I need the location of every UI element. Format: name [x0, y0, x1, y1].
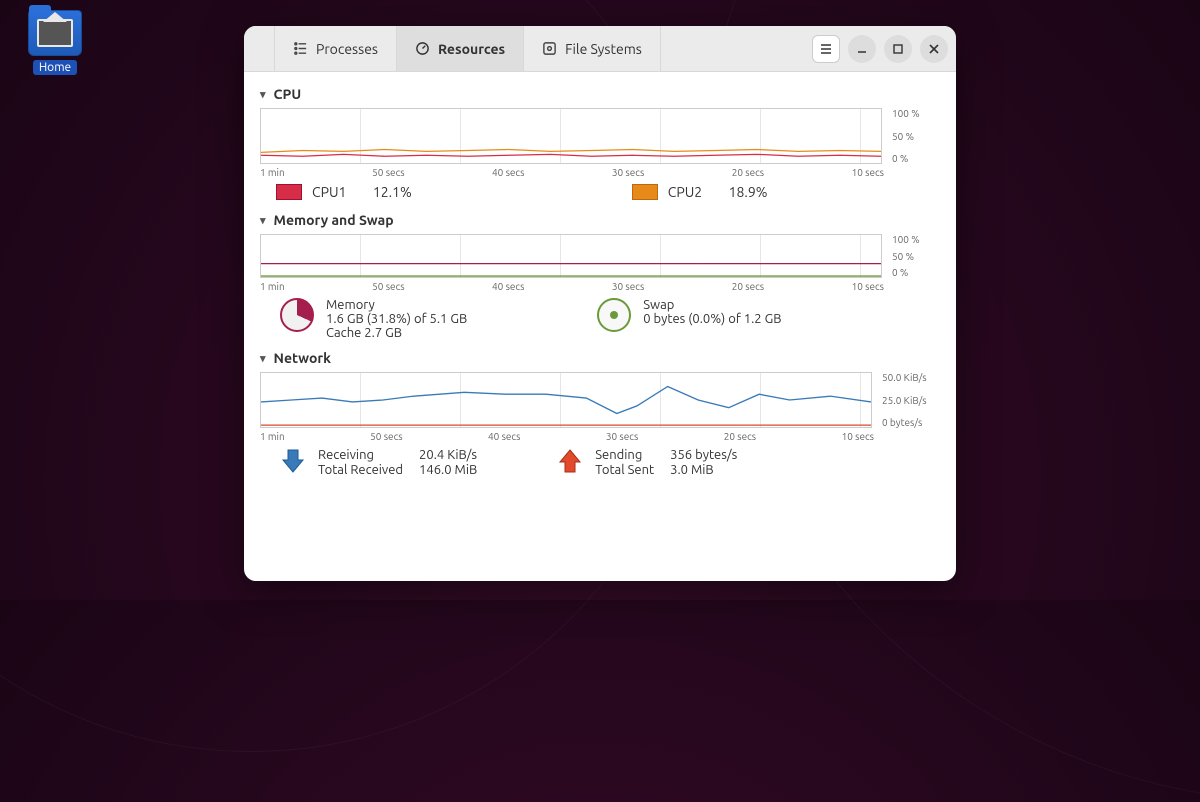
memory-summary: Memory 1.6 GB (31.8%) of 5.1 GB Cache 2.…: [280, 298, 940, 340]
legend-cpu1[interactable]: CPU1 12.1%: [276, 184, 412, 200]
gauge-icon: [415, 41, 430, 56]
cpu-xaxis: 1 min50 secs40 secs30 secs20 secs10 secs: [260, 167, 940, 178]
network-receiving[interactable]: Receiving 20.4 KiB/s Total Received 146.…: [280, 448, 477, 477]
cpu-chart: [260, 108, 882, 164]
memory-pie-icon: [280, 298, 314, 332]
tab-label: Resources: [438, 41, 505, 57]
memory-item[interactable]: Memory 1.6 GB (31.8%) of 5.1 GB Cache 2.…: [280, 298, 467, 340]
tab-label: File Systems: [565, 41, 642, 57]
section-toggle-cpu[interactable]: ▾ CPU: [260, 86, 940, 102]
tab-processes[interactable]: Processes: [274, 26, 397, 71]
swatch-cpu1: [276, 184, 302, 200]
memory-yaxis: 100 %50 %0 %: [888, 234, 940, 278]
content-area: ▾ CPU 100 %50 %0 % 1 min50 secs40 secs30…: [244, 72, 956, 581]
legend-cpu2[interactable]: CPU2 18.9%: [632, 184, 768, 200]
hamburger-menu-button[interactable]: [812, 35, 840, 63]
cpu-legend: CPU1 12.1% CPU2 18.9%: [276, 184, 940, 200]
memory-xaxis: 1 min50 secs40 secs30 secs20 secs10 secs: [260, 281, 940, 292]
section-title: Memory and Swap: [274, 212, 394, 228]
view-tabs: Processes Resources File Systems: [274, 26, 661, 71]
section-toggle-memory[interactable]: ▾ Memory and Swap: [260, 212, 940, 228]
cpu-yaxis: 100 %50 %0 %: [888, 108, 940, 164]
tab-filesystems[interactable]: File Systems: [524, 26, 661, 71]
network-sending[interactable]: Sending 356 bytes/s Total Sent 3.0 MiB: [557, 448, 737, 477]
network-yaxis: 50.0 KiB/s25.0 KiB/s0 bytes/s: [878, 372, 940, 428]
arrow-down-icon: [280, 448, 306, 474]
swap-pie-icon: [597, 298, 631, 332]
network-summary: Receiving 20.4 KiB/s Total Received 146.…: [280, 448, 940, 477]
minimize-icon: [856, 43, 868, 55]
minimize-button[interactable]: [848, 35, 876, 63]
list-icon: [293, 41, 308, 56]
disk-icon: [542, 41, 557, 56]
titlebar: Processes Resources File Systems: [244, 26, 956, 72]
system-monitor-window: Processes Resources File Systems: [244, 26, 956, 581]
memory-chart: [260, 234, 882, 278]
swatch-cpu2: [632, 184, 658, 200]
tab-resources[interactable]: Resources: [397, 26, 524, 71]
swap-item[interactable]: Swap 0 bytes (0.0%) of 1.2 GB: [597, 298, 781, 340]
network-xaxis: 1 min50 secs40 secs30 secs20 secs10 secs: [260, 431, 940, 442]
hamburger-icon: [820, 43, 832, 55]
desktop-icon-home[interactable]: Home: [22, 10, 88, 75]
desktop-icon-label: Home: [33, 60, 77, 75]
folder-icon: [28, 10, 82, 56]
close-button[interactable]: [920, 35, 948, 63]
chevron-down-icon: ▾: [260, 352, 266, 365]
section-title: CPU: [274, 86, 302, 102]
network-chart: [260, 372, 872, 428]
section-title: Network: [274, 350, 332, 366]
chevron-down-icon: ▾: [260, 88, 266, 101]
section-toggle-network[interactable]: ▾ Network: [260, 350, 940, 366]
maximize-button[interactable]: [884, 35, 912, 63]
chevron-down-icon: ▾: [260, 214, 266, 227]
tab-label: Processes: [316, 41, 378, 57]
close-icon: [928, 43, 940, 55]
arrow-up-icon: [557, 448, 583, 474]
maximize-icon: [892, 43, 904, 55]
window-controls: [812, 35, 948, 63]
